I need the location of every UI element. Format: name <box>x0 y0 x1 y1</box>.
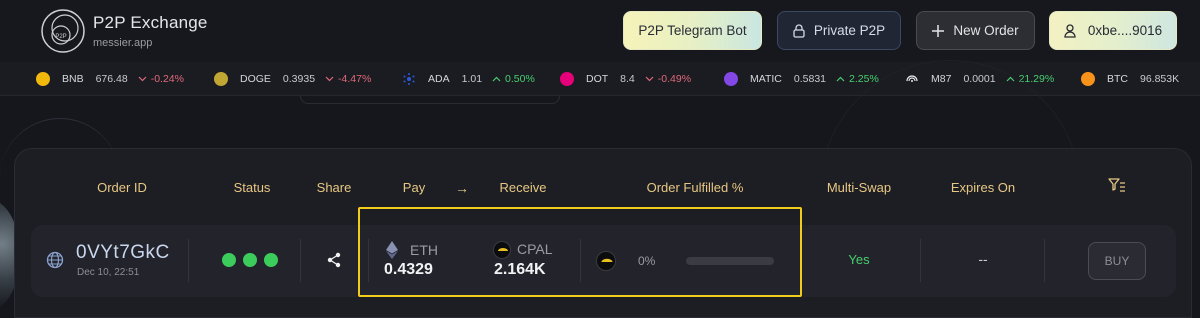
order-id[interactable]: 0VYt7GkC <box>76 242 170 264</box>
chevron-down-icon <box>325 76 334 82</box>
btc-icon <box>1081 72 1095 86</box>
arrow-right-icon: → <box>455 180 469 196</box>
status-dot <box>222 253 236 267</box>
status-indicator <box>222 253 278 267</box>
ticker-symbol: BNB <box>62 73 84 85</box>
chevron-down-icon <box>138 76 147 82</box>
ticker-notch <box>300 96 560 104</box>
telegram-bot-label: P2P Telegram Bot <box>638 23 747 38</box>
ticker-price: 96.853K <box>1140 73 1180 85</box>
buy-button[interactable]: BUY <box>1088 242 1146 280</box>
buy-label: BUY <box>1104 254 1130 268</box>
ticker-change: -4.47% <box>325 73 371 85</box>
ticker-price: 8.4 <box>620 73 635 85</box>
chevron-down-icon <box>645 76 654 82</box>
globe-icon <box>46 251 64 269</box>
brand-subtitle: messier.app <box>93 37 153 49</box>
divider <box>920 239 921 282</box>
status-dot <box>264 253 278 267</box>
ticker-price: 0.3935 <box>282 73 316 85</box>
new-order-label: New Order <box>953 23 1019 38</box>
ticker-symbol: ADA <box>428 73 450 85</box>
ticker-item[interactable]: ADA 1.01 0.50% <box>402 62 535 96</box>
wallet-address: 0xbe....9016 <box>1087 23 1163 38</box>
order-date: Dec 10, 22:51 <box>77 267 140 278</box>
user-icon <box>1064 23 1076 38</box>
ticker-change: 0.50% <box>492 73 535 85</box>
lock-icon <box>793 23 805 38</box>
svg-text:P2P: P2P <box>55 34 66 40</box>
divider <box>300 239 301 282</box>
ticker-price: 1.01 <box>461 73 483 85</box>
header-status: Status <box>233 180 271 195</box>
ticker-change: -0.24% <box>138 73 184 85</box>
wallet-button[interactable]: 0xbe....9016 <box>1049 11 1177 50</box>
ticker-price: 676.48 <box>95 73 128 85</box>
chevron-up-icon <box>836 76 845 82</box>
ada-icon <box>403 73 415 85</box>
new-order-button[interactable]: New Order <box>916 11 1035 50</box>
expires-value: -- <box>978 251 988 267</box>
ticker-item[interactable]: DOGE 0.3935 -4.47% <box>214 62 371 96</box>
header-expires-on: Expires On <box>950 180 1016 195</box>
ticker-item[interactable]: BTC 96.853K <box>1081 62 1189 96</box>
dot-icon <box>560 72 574 86</box>
highlight-box <box>358 207 802 297</box>
header-order-id: Order ID <box>97 180 147 195</box>
ticker-symbol: BTC <box>1107 73 1128 85</box>
ticker-item[interactable]: BNB 676.48 -0.24% <box>36 62 184 96</box>
ticker-change: -0.49% <box>645 73 691 85</box>
header-multi-swap: Multi-Swap <box>826 180 892 195</box>
brand-title: P2P Exchange <box>93 13 208 32</box>
header-pay: Pay <box>402 180 426 195</box>
header-share: Share <box>316 180 352 195</box>
divider <box>1044 239 1045 282</box>
bnb-icon <box>36 72 50 86</box>
divider <box>188 239 189 282</box>
doge-icon <box>214 72 228 86</box>
private-p2p-label: Private P2P <box>813 23 886 38</box>
ticker-item[interactable]: DOT 8.4 -0.49% <box>560 62 691 96</box>
multi-swap-value: Yes <box>848 252 870 267</box>
matic-icon <box>724 72 738 86</box>
p2p-logo-icon[interactable]: P2P <box>40 8 86 54</box>
plus-icon <box>932 24 945 37</box>
header-receive: Receive <box>499 180 547 195</box>
ticker-symbol: MATIC <box>750 73 782 85</box>
header: P2P P2P Exchange messier.app P2P Telegra… <box>0 0 1200 62</box>
telegram-bot-button[interactable]: P2P Telegram Bot <box>623 11 762 50</box>
ticker-price: 0.5831 <box>793 73 827 85</box>
ticker-symbol: DOGE <box>240 73 271 85</box>
header-order-fulfilled: Order Fulfilled % <box>646 180 744 195</box>
ticker-item[interactable]: MATIC 0.5831 2.25% <box>724 62 879 96</box>
share-icon[interactable] <box>326 252 342 268</box>
status-dot <box>243 253 257 267</box>
private-p2p-button[interactable]: Private P2P <box>777 11 901 50</box>
ticker-symbol: DOT <box>586 73 609 85</box>
chevron-up-icon <box>492 76 501 82</box>
filter-icon[interactable] <box>1108 177 1126 193</box>
ticker-change: 2.25% <box>836 73 879 85</box>
